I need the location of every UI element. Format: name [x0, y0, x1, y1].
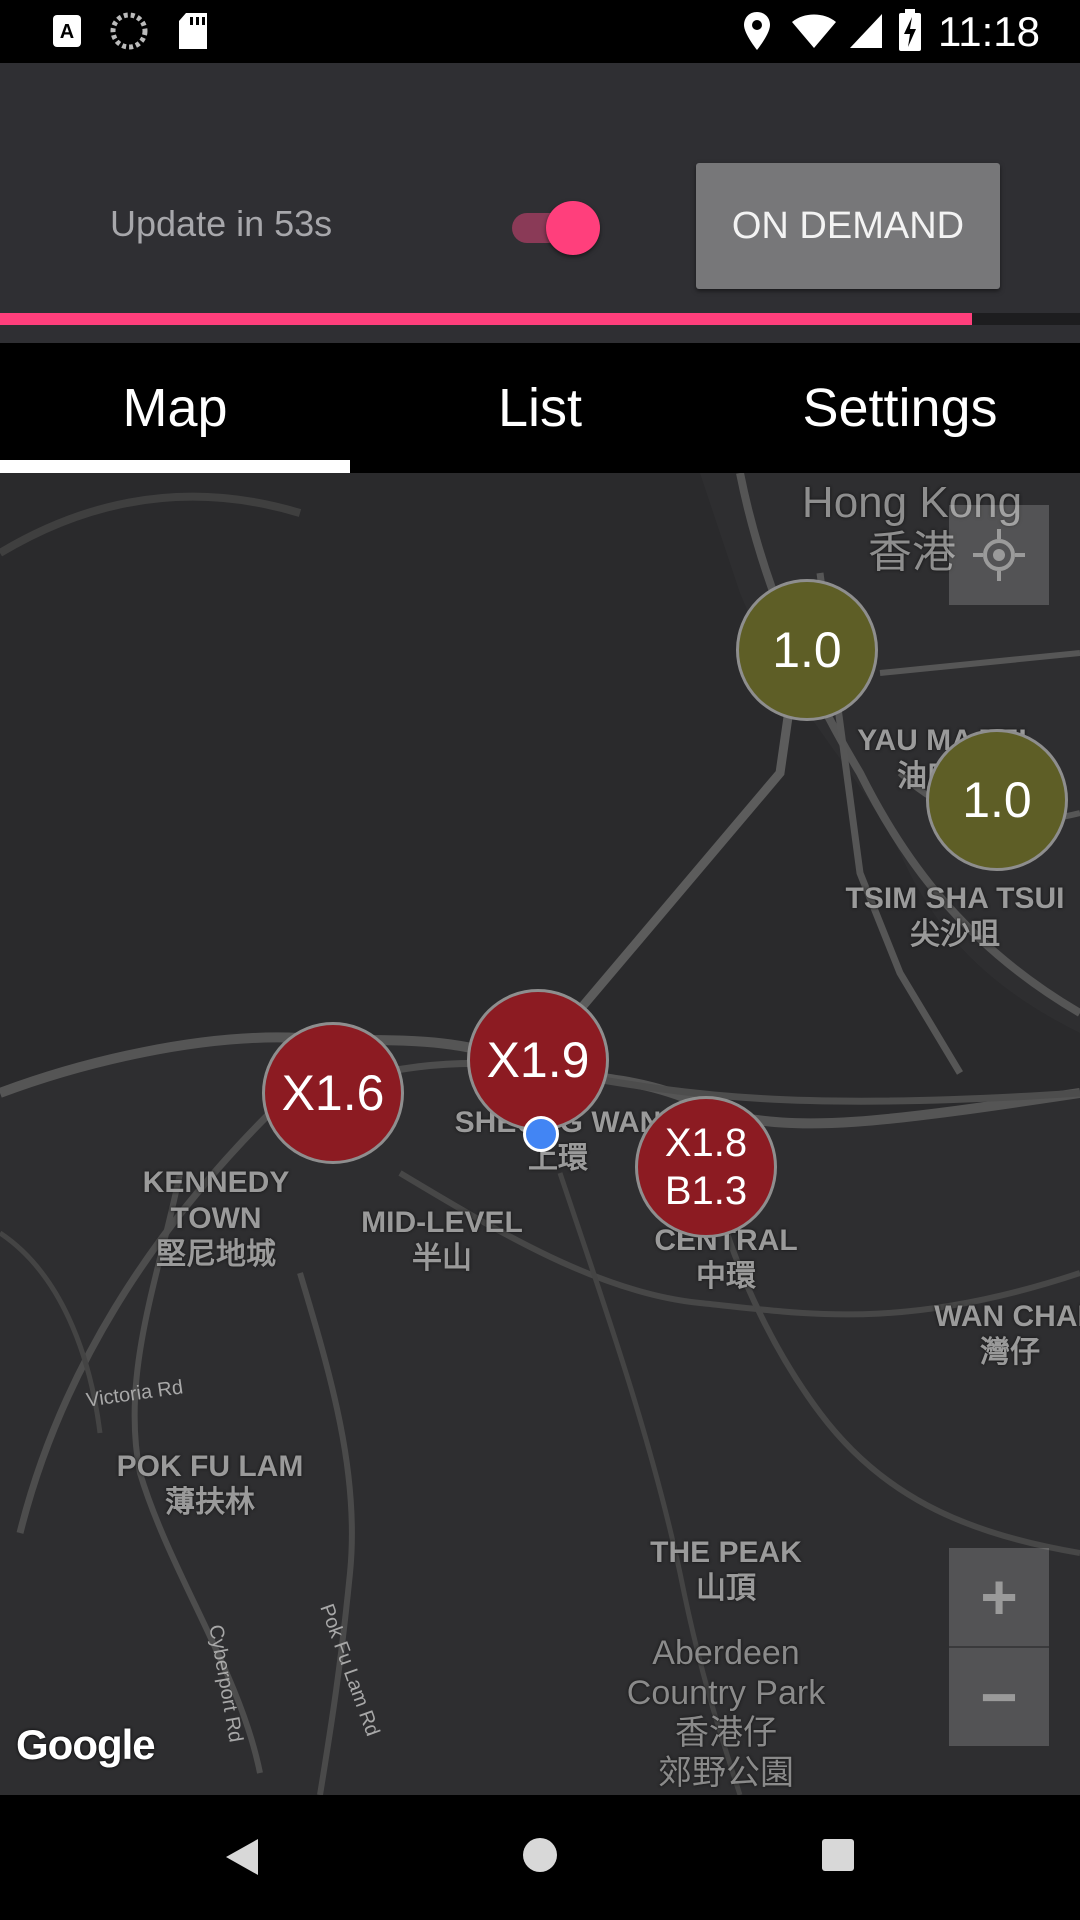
- recents-icon[interactable]: [820, 1837, 856, 1873]
- svg-text:A: A: [60, 21, 74, 43]
- google-attribution: Google: [16, 1721, 156, 1768]
- home-icon[interactable]: [520, 1835, 560, 1875]
- label-tsim-sha-tsui: TSIM SHA TSUI 尖沙咀: [845, 882, 1065, 951]
- crosshair-icon: [973, 529, 1025, 581]
- update-countdown: Update in 53s: [110, 203, 333, 244]
- sync-icon: [110, 12, 148, 50]
- update-progress-bar: [0, 313, 1080, 325]
- back-icon[interactable]: [222, 1835, 262, 1879]
- clock: 11:18: [938, 8, 1040, 55]
- zoom-controls: + −: [949, 1548, 1049, 1746]
- auto-update-toggle[interactable]: [508, 201, 600, 255]
- system-nav-bar: [0, 1795, 1080, 1920]
- label-mid-level: MID-LEVEL 半山: [361, 1206, 523, 1275]
- signal-icon: [850, 14, 882, 48]
- my-location-dot: [523, 1116, 559, 1152]
- label-pok-fu-lam: POK FU LAM 薄扶林: [116, 1450, 304, 1519]
- a-notification-icon: A: [53, 15, 81, 47]
- on-demand-button[interactable]: ON DEMAND: [696, 163, 1000, 289]
- location-icon: [744, 12, 770, 50]
- status-bar: A 11:18: [0, 0, 1080, 63]
- update-panel: Update in 53s ON DEMAND: [0, 63, 1080, 343]
- marker-yau-ma-tei[interactable]: 1.0: [926, 729, 1068, 871]
- sd-card-icon: [179, 13, 207, 49]
- label-kennedy-town: KENNEDY TOWN 堅尼地城: [142, 1166, 290, 1271]
- marker-central[interactable]: X1.8 B1.3: [635, 1096, 777, 1238]
- battery-charging-icon: [899, 9, 921, 51]
- label-the-peak: THE PEAK 山頂: [650, 1536, 802, 1605]
- tab-map[interactable]: Map: [0, 343, 350, 473]
- tab-settings[interactable]: Settings: [720, 343, 1080, 473]
- zoom-out-button[interactable]: −: [949, 1648, 1049, 1746]
- tab-bar: Map List Settings: [0, 343, 1080, 473]
- progress-fill: [0, 313, 972, 325]
- marker-sheung-wan[interactable]: X1.9: [467, 989, 609, 1131]
- marker-kennedy-town[interactable]: X1.6: [262, 1022, 404, 1164]
- toggle-thumb: [546, 201, 600, 255]
- tab-list[interactable]: List: [360, 343, 720, 473]
- tab-indicator: [0, 460, 350, 473]
- wifi-icon: [792, 14, 836, 48]
- marker-hong-kong[interactable]: 1.0: [736, 579, 878, 721]
- label-aberdeen-country-park: Aberdeen Country Park 香港仔 郊野公園: [626, 1634, 826, 1792]
- map-view[interactable]: Hong Kong 香港 YAU MA TEI 油麻地 TSIM SHA TSU…: [0, 473, 1080, 1795]
- my-location-button[interactable]: [949, 505, 1049, 605]
- zoom-in-button[interactable]: +: [949, 1548, 1049, 1646]
- label-wan-chai: WAN CHAI 灣仔: [934, 1300, 1080, 1369]
